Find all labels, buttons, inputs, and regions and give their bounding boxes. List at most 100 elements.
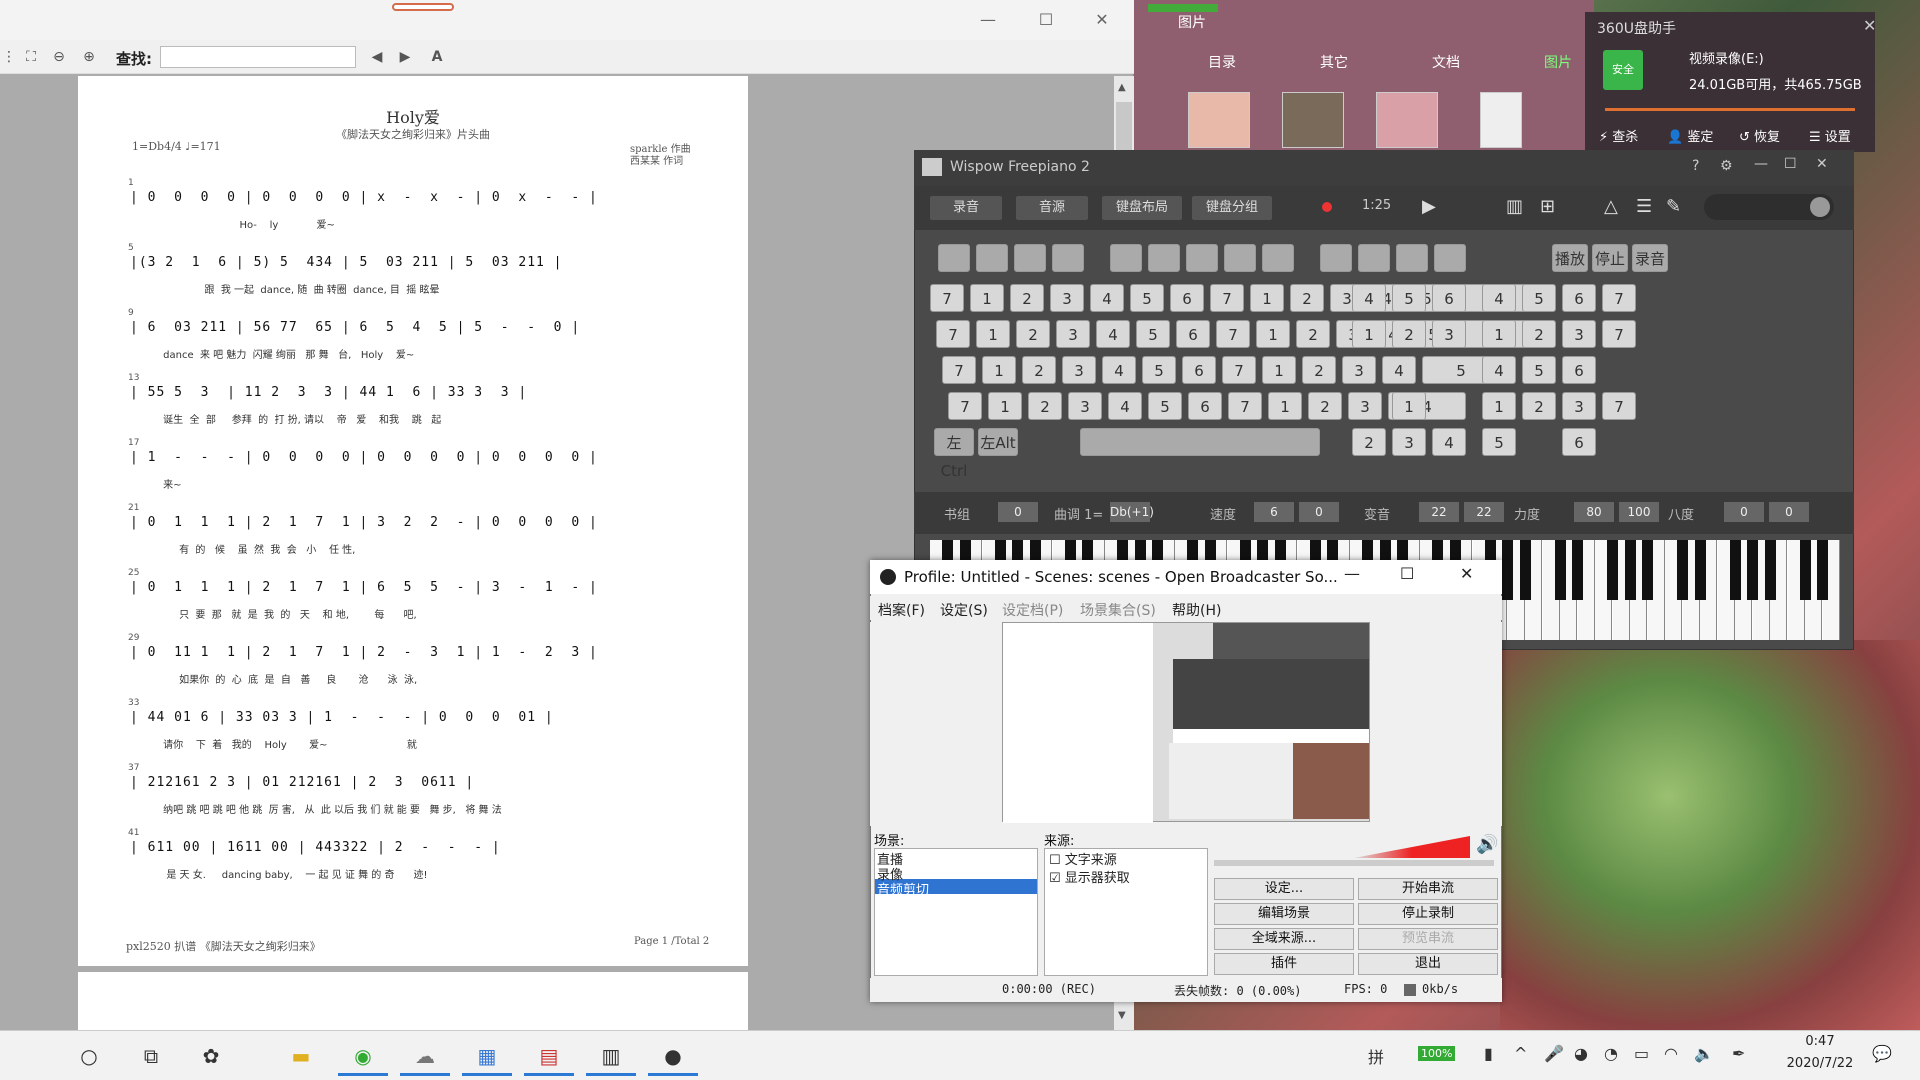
piano-key[interactable]: 3 bbox=[1062, 356, 1096, 384]
keyboard-icon[interactable]: ▥ bbox=[1506, 196, 1523, 217]
piano-key[interactable]: 3 bbox=[1056, 320, 1090, 348]
piano-key[interactable] bbox=[1186, 244, 1218, 272]
piano-key[interactable]: 6 bbox=[1562, 284, 1596, 312]
find-next-icon[interactable]: ▶ bbox=[396, 48, 414, 66]
piano-key[interactable]: 1 bbox=[970, 284, 1004, 312]
piano-key[interactable]: 2 bbox=[1022, 356, 1056, 384]
piano-key[interactable] bbox=[1224, 244, 1256, 272]
piano-key[interactable]: 7 bbox=[1222, 356, 1256, 384]
360-icon[interactable]: ◔ bbox=[1604, 1044, 1618, 1063]
menu-settings[interactable]: 设定(S) bbox=[940, 600, 988, 620]
battery-indicator[interactable]: 100% bbox=[1418, 1046, 1456, 1061]
menu-help[interactable]: 帮助(H) bbox=[1172, 600, 1221, 620]
piano-key[interactable]: 3 bbox=[1562, 320, 1596, 348]
piano-key[interactable]: 录音 bbox=[1632, 244, 1668, 272]
microphone-icon[interactable]: 🎤 bbox=[1544, 1044, 1564, 1063]
global-sources-button[interactable]: 全域来源... bbox=[1214, 928, 1354, 950]
app-icon[interactable]: ✿ bbox=[186, 1036, 236, 1076]
play-icon[interactable]: ▶ bbox=[1422, 196, 1436, 217]
scene-list[interactable]: 直播 录像 音频剪切 bbox=[874, 848, 1038, 976]
piano-key[interactable]: 3 bbox=[1068, 392, 1102, 420]
param-value[interactable]: 0 bbox=[1724, 502, 1764, 522]
piano-key[interactable]: 2 bbox=[1302, 356, 1336, 384]
piano-key[interactable]: 1 bbox=[982, 356, 1016, 384]
scan-button[interactable]: ⚡ 查杀 bbox=[1599, 126, 1638, 145]
piano-key[interactable]: 5 bbox=[1522, 284, 1556, 312]
exit-button[interactable]: 退出 bbox=[1358, 953, 1498, 975]
piano-key[interactable]: 7 bbox=[1602, 392, 1636, 420]
black-key[interactable] bbox=[1607, 540, 1618, 600]
record-indicator-icon[interactable] bbox=[1322, 202, 1332, 212]
checkbox[interactable]: ☐ bbox=[1049, 853, 1061, 868]
param-value[interactable]: 22 bbox=[1464, 502, 1504, 522]
piano-key[interactable]: 2 bbox=[1522, 320, 1556, 348]
wifi-icon[interactable]: ◠ bbox=[1664, 1044, 1678, 1063]
piano-key[interactable]: 2 bbox=[1010, 284, 1044, 312]
start-streaming-button[interactable]: 开始串流 bbox=[1358, 878, 1498, 900]
piano-key[interactable] bbox=[938, 244, 970, 272]
piano-key[interactable]: 6 bbox=[1176, 320, 1210, 348]
keyboard-group-menu[interactable]: 键盘分组 bbox=[1192, 196, 1272, 220]
black-key[interactable] bbox=[1729, 540, 1741, 600]
black-key[interactable] bbox=[1554, 540, 1566, 600]
zoom-out-icon[interactable]: ⊖ bbox=[50, 48, 68, 66]
piano-key[interactable] bbox=[1358, 244, 1390, 272]
menu-scene-collection[interactable]: 场景集合(S) bbox=[1080, 600, 1156, 620]
power-icon[interactable]: ▭ bbox=[1634, 1044, 1649, 1063]
app-icon[interactable]: ☁ bbox=[400, 1036, 450, 1076]
piano-key[interactable]: 2 bbox=[1522, 392, 1556, 420]
piano-key[interactable]: 1 bbox=[1482, 320, 1516, 348]
piano-key[interactable]: 7 bbox=[942, 356, 976, 384]
stop-recording-button[interactable]: 停止录制 bbox=[1358, 903, 1498, 925]
piano-key[interactable] bbox=[1148, 244, 1180, 272]
notification-icon[interactable]: 💬 bbox=[1872, 1044, 1892, 1063]
black-key[interactable] bbox=[1519, 540, 1531, 600]
piano-key[interactable]: 播放 bbox=[1552, 244, 1588, 272]
black-key[interactable] bbox=[1624, 540, 1636, 600]
piano-key[interactable]: 5 bbox=[1392, 284, 1426, 312]
piano-key[interactable] bbox=[1110, 244, 1142, 272]
param-value[interactable]: 0 bbox=[1299, 502, 1339, 522]
piano-key[interactable]: 2 bbox=[1290, 284, 1324, 312]
record-menu[interactable]: 录音 bbox=[930, 196, 1002, 220]
piano-key[interactable] bbox=[1014, 244, 1046, 272]
sound-source-menu[interactable]: 音源 bbox=[1016, 196, 1088, 220]
piano-key[interactable]: 3 bbox=[1392, 428, 1426, 456]
piano-key[interactable]: 1 bbox=[1482, 392, 1516, 420]
menu-profile[interactable]: 设定档(P) bbox=[1002, 600, 1063, 620]
tray-expand-icon[interactable]: ^ bbox=[1514, 1044, 1527, 1063]
piano-key[interactable]: 4 bbox=[1382, 356, 1416, 384]
close-icon[interactable]: ✕ bbox=[1863, 16, 1876, 35]
clock-time[interactable]: 0:47 bbox=[1780, 1034, 1860, 1049]
piano-key[interactable]: 5 bbox=[1130, 284, 1164, 312]
piano-key[interactable]: 4 bbox=[1352, 284, 1386, 312]
file-explorer-icon[interactable]: ▬ bbox=[276, 1036, 326, 1076]
piano-key[interactable] bbox=[1434, 244, 1466, 272]
piano-key[interactable]: 左Alt bbox=[978, 428, 1018, 456]
param-value[interactable]: 0 bbox=[1769, 502, 1809, 522]
piano-key[interactable]: 5 bbox=[1142, 356, 1176, 384]
piano-key[interactable]: 6 bbox=[1170, 284, 1204, 312]
piano-key[interactable]: 7 bbox=[930, 284, 964, 312]
menu-file[interactable]: 档案(F) bbox=[878, 600, 925, 620]
piano-key[interactable]: 1 bbox=[1262, 356, 1296, 384]
piano-key[interactable]: 1 bbox=[988, 392, 1022, 420]
piano-key[interactable]: 3 bbox=[1050, 284, 1084, 312]
piano-key[interactable]: 5 bbox=[1136, 320, 1170, 348]
find-input[interactable] bbox=[160, 46, 356, 68]
black-key[interactable] bbox=[1502, 540, 1513, 600]
volume-slider[interactable] bbox=[1704, 194, 1834, 220]
scene-item[interactable]: 直播 bbox=[875, 849, 1037, 868]
freepiano-taskbar-icon[interactable]: ▥ bbox=[586, 1036, 636, 1076]
identify-button[interactable]: 👤 鉴定 bbox=[1667, 126, 1713, 145]
piano-key[interactable]: 2 bbox=[1016, 320, 1050, 348]
param-value[interactable]: 0 bbox=[998, 502, 1038, 522]
tab-directory[interactable]: 目录 bbox=[1208, 52, 1236, 72]
select-icon[interactable]: ⋮ bbox=[0, 48, 18, 66]
speaker-icon[interactable]: 🔊 bbox=[1476, 834, 1498, 855]
scene-item-selected[interactable]: 音频剪切 bbox=[875, 879, 1037, 898]
tab-documents[interactable]: 文档 bbox=[1432, 52, 1460, 72]
maximize-icon[interactable]: ☐ bbox=[1784, 156, 1797, 172]
piano-key[interactable]: 1 bbox=[1256, 320, 1290, 348]
piano-key[interactable]: 左Ctrl bbox=[934, 428, 974, 480]
